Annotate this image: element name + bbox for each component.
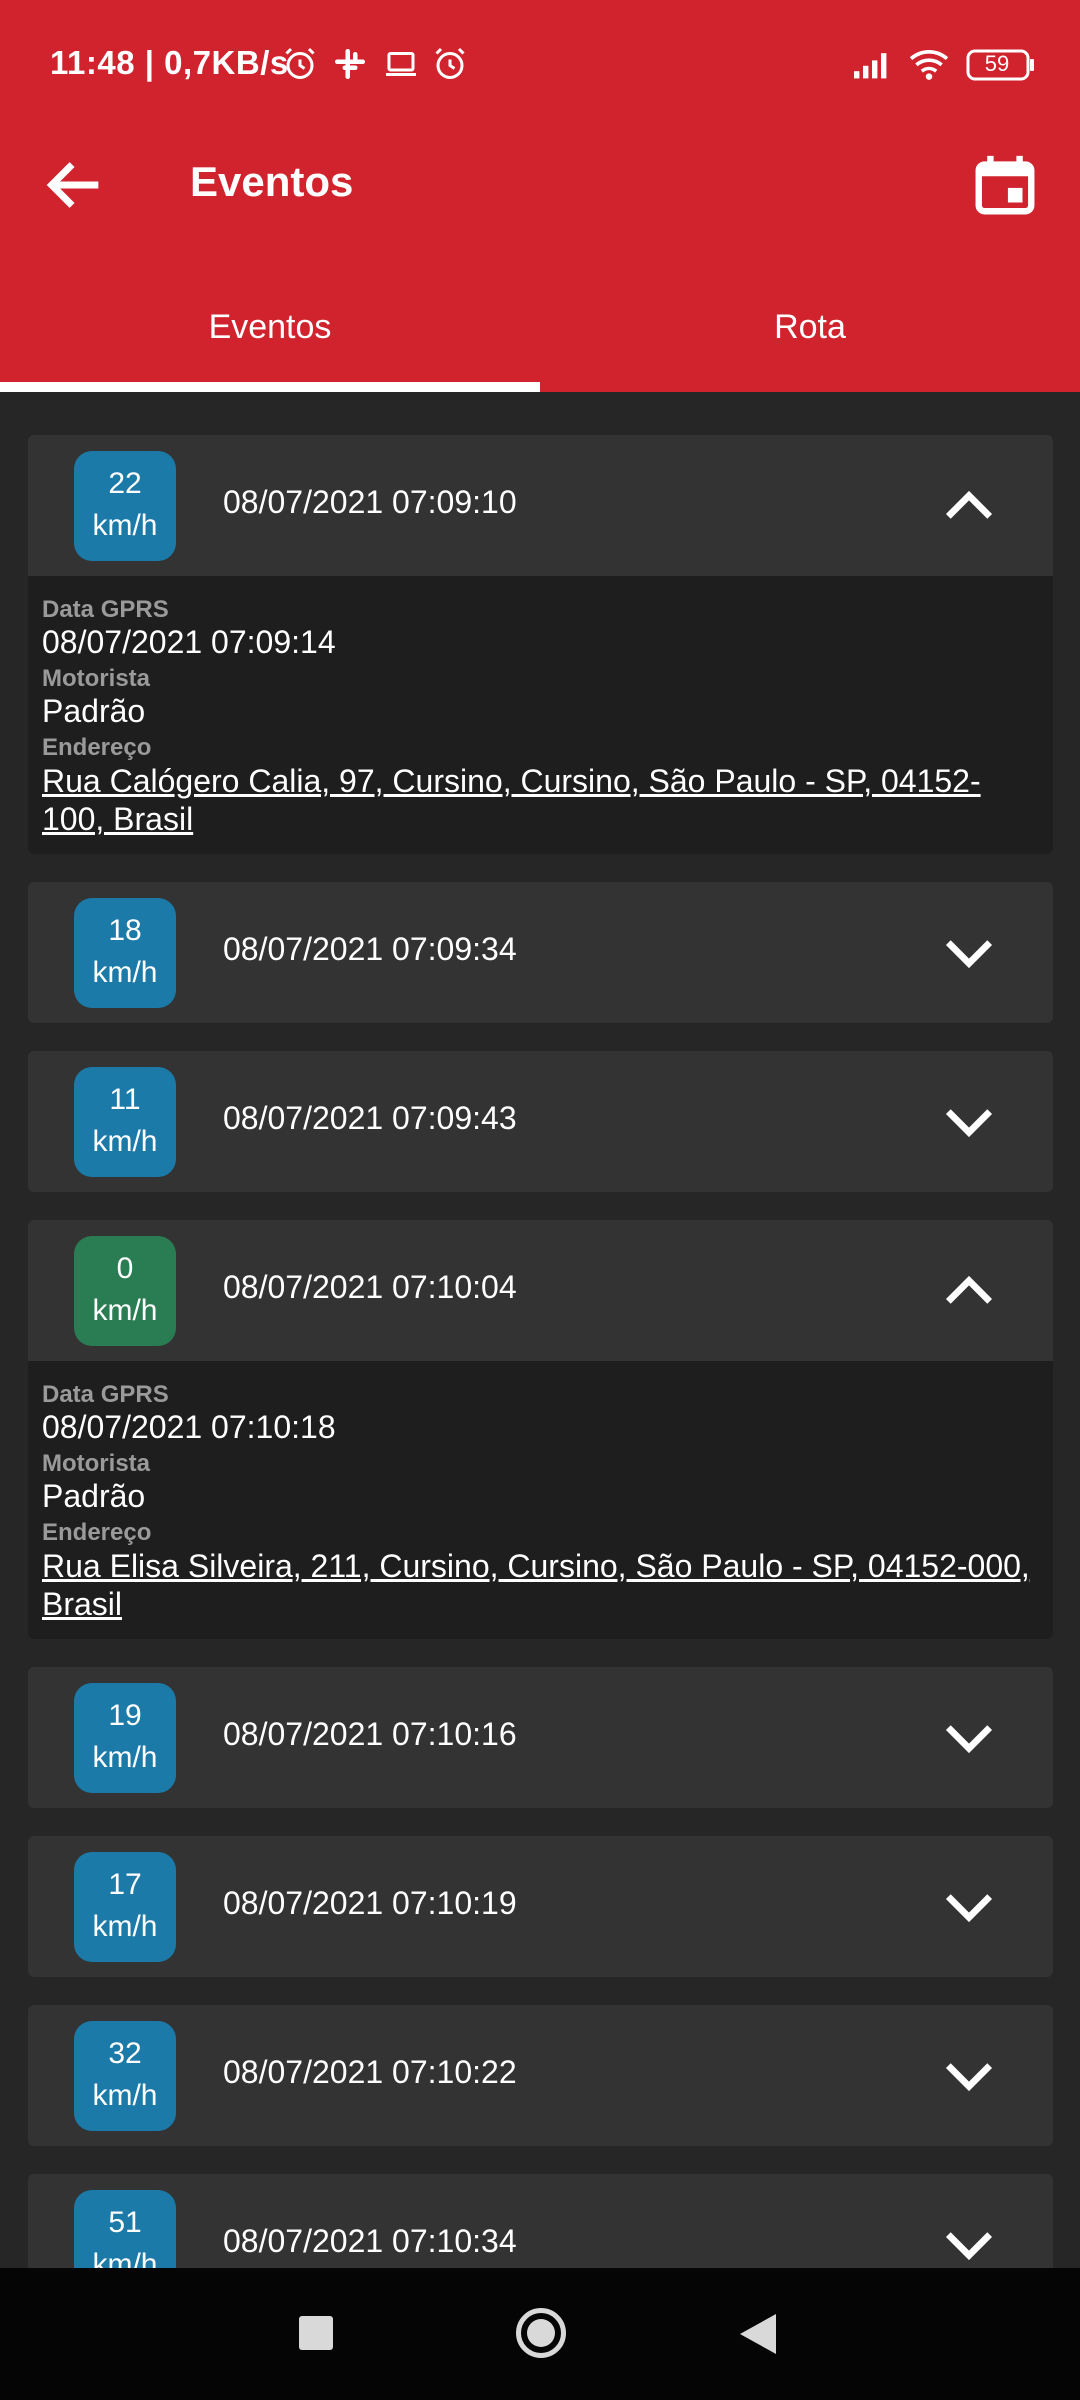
event-timestamp: 08/07/2021 07:10:22 [223,2054,517,2090]
signal-icon [850,46,894,87]
recents-button[interactable] [299,2316,333,2350]
event-header[interactable]: 17 km/h 08/07/2021 07:10:19 [28,1836,1053,1977]
chevron-up-icon[interactable] [938,475,1000,537]
event-details: Data GPRS 08/07/2021 07:10:18 Motorista Pad… [28,1361,1053,1639]
page-title: Eventos [190,158,354,205]
event-card: 0 km/h 08/07/2021 07:10:04 Data GPRS 08/07/2… [28,1220,1053,1639]
driver-name: Padrão [42,693,146,729]
address-label: Endereço [42,1519,152,1546]
wifi-icon [906,46,952,87]
alarm-icon [282,46,318,87]
slack-icon [332,46,368,87]
event-header[interactable]: 32 km/h 08/07/2021 07:10:22 [28,2005,1053,2146]
speed-value: 11 [109,1083,141,1116]
back-button[interactable] [40,150,110,220]
speed-unit: km/h [92,956,158,989]
gprs-date: 08/07/2021 07:10:18 [42,1409,336,1445]
event-card: 22 km/h 08/07/2021 07:09:10 Data GPRS 08/07/… [28,435,1053,854]
speed-badge: 17 km/h [74,1852,176,1962]
event-timestamp: 08/07/2021 07:10:34 [223,2223,517,2259]
speed-badge: 32 km/h [74,2021,176,2131]
event-card: 51 km/h 08/07/2021 07:10:34 [28,2174,1053,2268]
tab-rota[interactable]: Rota [540,250,1080,392]
speed-unit: km/h [92,1294,158,1327]
speed-unit: km/h [92,1741,158,1774]
chevron-down-icon[interactable] [938,2214,1000,2268]
calendar-icon [975,155,1035,215]
speed-value: 22 [108,467,142,500]
speed-badge: 51 km/h [74,2190,176,2268]
address-label: Endereço [42,734,152,761]
speed-badge: 0 km/h [74,1236,176,1346]
event-card: 17 km/h 08/07/2021 07:10:19 [28,1836,1053,1977]
event-timestamp: 08/07/2021 07:09:34 [223,931,517,967]
home-dot-icon [527,2319,555,2347]
tab-eventos[interactable]: Eventos [0,250,540,392]
speed-value: 0 [116,1252,134,1285]
speed-unit: km/h [92,509,158,542]
tab-indicator [0,382,540,392]
chevron-down-icon[interactable] [938,1876,1000,1938]
tab-bar: Eventos Rota [0,250,1080,392]
alarm-icon [432,46,468,87]
back-nav-button[interactable] [740,2314,776,2354]
event-timestamp: 08/07/2021 07:10:16 [223,1716,517,1752]
driver-label: Motorista [42,665,150,692]
event-details: Data GPRS 08/07/2021 07:09:14 Motorista Pad… [28,576,1053,854]
status-time-speed: 11:48 | 0,7KB/s [50,44,289,81]
event-header[interactable]: 19 km/h 08/07/2021 07:10:16 [28,1667,1053,1808]
event-timestamp: 08/07/2021 07:09:43 [223,1100,517,1136]
speed-badge: 22 km/h [74,451,176,561]
speed-value: 32 [108,2037,142,2070]
driver-label: Motorista [42,1450,150,1477]
chevron-up-icon[interactable] [938,1260,1000,1322]
driver-name: Padrão [42,1478,146,1514]
speed-unit: km/h [92,1910,158,1943]
event-timestamp: 08/07/2021 07:10:04 [223,1269,517,1305]
system-nav-bar [0,2268,1080,2400]
chevron-down-icon[interactable] [938,1091,1000,1153]
event-card: 19 km/h 08/07/2021 07:10:16 [28,1667,1053,1808]
speed-value: 17 [108,1868,142,1901]
event-header[interactable]: 18 km/h 08/07/2021 07:09:34 [28,882,1053,1023]
speed-badge: 11 km/h [74,1067,176,1177]
app-bar: Eventos [0,130,1080,250]
event-header[interactable]: 11 km/h 08/07/2021 07:09:43 [28,1051,1053,1192]
chevron-down-icon[interactable] [938,2045,1000,2107]
battery-level: 59 [984,51,1010,76]
event-header[interactable]: 22 km/h 08/07/2021 07:09:10 [28,435,1053,576]
event-card: 32 km/h 08/07/2021 07:10:22 [28,2005,1053,2146]
home-button[interactable] [516,2308,566,2358]
laptop-icon [382,46,420,87]
status-bar: 11:48 | 0,7KB/s 59 [0,0,1080,130]
event-card: 11 km/h 08/07/2021 07:09:43 [28,1051,1053,1192]
speed-value: 51 [108,2206,142,2239]
event-header[interactable]: 0 km/h 08/07/2021 07:10:04 [28,1220,1053,1361]
speed-badge: 19 km/h [74,1683,176,1793]
calendar-button[interactable] [970,150,1040,220]
speed-value: 18 [108,914,142,947]
event-timestamp: 08/07/2021 07:09:10 [223,484,517,520]
chevron-down-icon[interactable] [938,1707,1000,1769]
events-list[interactable]: 22 km/h 08/07/2021 07:09:10 Data GPRS 08/07/… [28,435,1053,2268]
gprs-label: Data GPRS [42,596,169,623]
gprs-date: 08/07/2021 07:09:14 [42,624,336,660]
arrow-left-icon [46,162,99,208]
gprs-label: Data GPRS [42,1381,169,1408]
speed-unit: km/h [92,1125,158,1158]
speed-unit: km/h [92,2248,158,2268]
speed-unit: km/h [92,2079,158,2112]
event-timestamp: 08/07/2021 07:10:19 [223,1885,517,1921]
event-card: 18 km/h 08/07/2021 07:09:34 [28,882,1053,1023]
speed-badge: 18 km/h [74,898,176,1008]
event-header[interactable]: 51 km/h 08/07/2021 07:10:34 [28,2174,1053,2268]
chevron-down-icon[interactable] [938,922,1000,984]
address-link[interactable]: Rua Calógero Calia, 97, Cursino, Cursino… [42,762,1039,838]
speed-value: 19 [108,1699,142,1732]
address-link[interactable]: Rua Elisa Silveira, 211, Cursino, Cursin… [42,1547,1039,1623]
app-header: 11:48 | 0,7KB/s 59 Eventos Eventos Rota [0,0,1080,392]
